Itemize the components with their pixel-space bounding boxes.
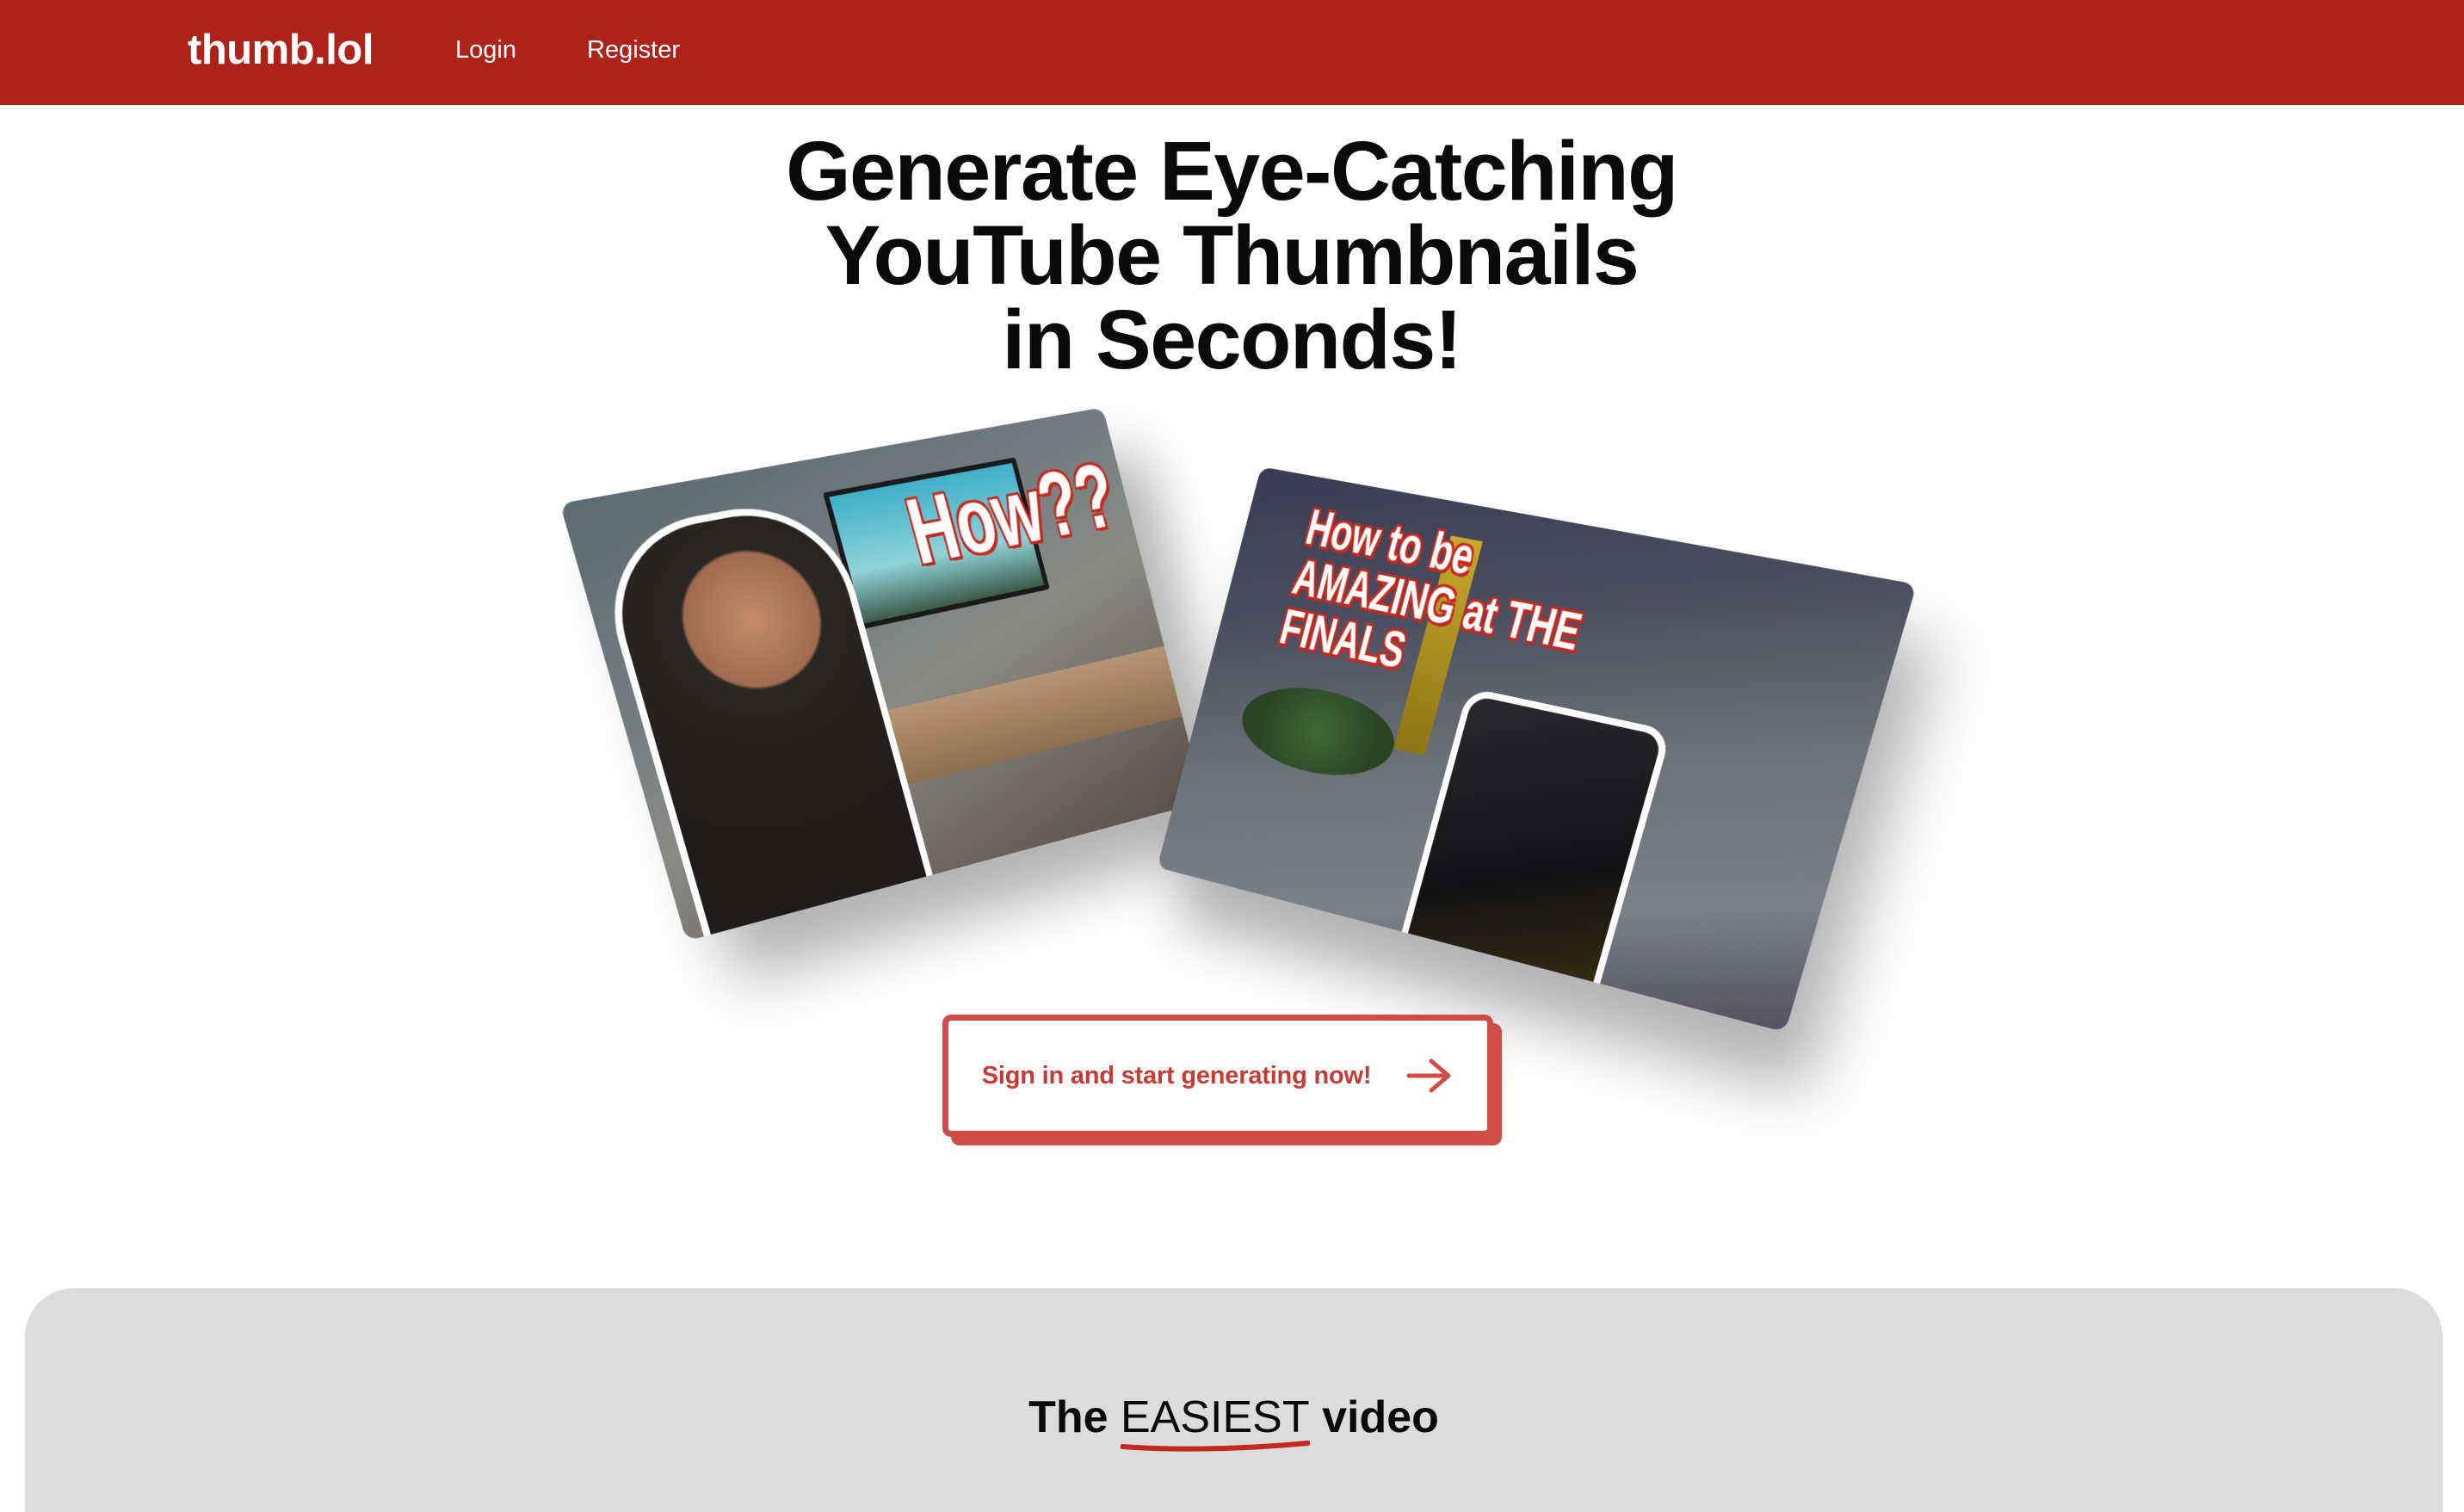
feature-heading-prefix: The xyxy=(1028,1392,1121,1442)
hero-title-line-3: in Seconds! xyxy=(629,298,1834,382)
brand-logo[interactable]: thumb.lol xyxy=(188,24,374,76)
feature-heading-suffix: video xyxy=(1310,1392,1439,1442)
nav-register-link[interactable]: Register xyxy=(587,33,680,67)
weapon-cutout-graphic xyxy=(1394,688,1672,1014)
hero-title-line-2: YouTube Thumbnails xyxy=(629,213,1834,298)
thumbnail-overlay-text: How?? xyxy=(899,450,1124,580)
planter-graphic xyxy=(1232,675,1405,789)
example-thumbnail-game: How to be AMAZING at THE FINALS xyxy=(1158,466,1917,1032)
feature-heading-highlight: EASIEST xyxy=(1121,1392,1310,1443)
feature-section: The EASIEST video xyxy=(25,1288,2442,1512)
feature-heading-highlight-text: EASIEST xyxy=(1121,1392,1310,1442)
example-thumbnail-person: How?? xyxy=(559,407,1204,941)
nav-login-link[interactable]: Login xyxy=(455,33,516,67)
feature-heading: The EASIEST video xyxy=(25,1392,2442,1443)
hero-title-line-1: Generate Eye-Catching xyxy=(629,129,1834,213)
arrow-right-icon xyxy=(1405,1057,1454,1095)
sign-in-cta-button[interactable]: Sign in and start generating now! xyxy=(942,1015,1493,1137)
cta-label: Sign in and start generating now! xyxy=(982,1062,1372,1090)
hero-title: Generate Eye-Catching YouTube Thumbnails… xyxy=(629,129,1834,382)
top-navbar: thumb.lol Login Register xyxy=(0,0,2464,105)
thumbnail-overlay-text: How to be AMAZING at THE FINALS xyxy=(1275,502,1602,712)
